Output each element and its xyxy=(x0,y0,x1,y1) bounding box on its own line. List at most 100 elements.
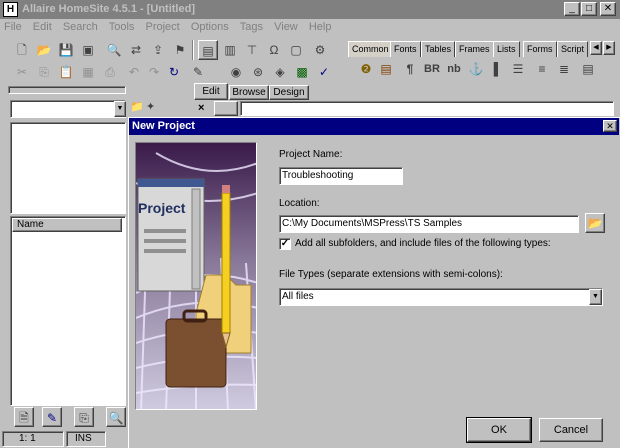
cursor-position: 1: 1 xyxy=(2,431,64,447)
cut-icon[interactable]: ✂ xyxy=(12,62,32,82)
folder-tree[interactable] xyxy=(10,122,126,214)
tab-script[interactable]: Script xyxy=(557,41,589,57)
browser-icon[interactable]: ▢ xyxy=(286,40,306,60)
illustration-label: Project xyxy=(138,200,186,216)
menu-file[interactable]: File xyxy=(0,19,26,35)
project-name-input[interactable]: Troubleshooting xyxy=(279,167,403,185)
status-bar: 1: 1 INS xyxy=(0,430,128,448)
quick-start-icon[interactable]: ❷ xyxy=(356,59,376,79)
ok-button[interactable]: OK xyxy=(466,417,532,443)
window-title: Allaire HomeSite 4.5.1 - [Untitled] xyxy=(22,3,195,15)
results-icon[interactable]: ▥ xyxy=(220,40,240,60)
new-file-icon[interactable]: 🗋 xyxy=(12,40,32,60)
drive-dropdown[interactable] xyxy=(10,100,126,118)
close-button[interactable]: ✕ xyxy=(600,2,616,16)
doc-tab[interactable] xyxy=(214,101,238,116)
location-label: Location: xyxy=(279,198,320,209)
snippets-tab-icon[interactable]: ⎘ xyxy=(74,407,94,427)
insert-mode: INS xyxy=(66,431,106,447)
dialog-title-bar: New Project xyxy=(129,118,619,135)
help-tab-icon[interactable]: 🔍 xyxy=(106,407,126,427)
cancel-button[interactable]: Cancel xyxy=(539,418,603,442)
close-doc-icon[interactable]: × xyxy=(198,102,210,115)
find-icon[interactable]: 🔍 xyxy=(104,40,124,60)
validate-icon[interactable]: ◉ xyxy=(226,62,246,82)
redo-icon[interactable]: ↷ xyxy=(144,62,164,82)
tab-browse[interactable]: Browse xyxy=(229,85,269,100)
subfolders-label: Add all subfolders, and include files of… xyxy=(295,238,551,249)
edit-toolbar: ✂ ⎘ 📋 ▦ ⎙ ↶ ↷ ↻ ✎ ◉ ⊛ ◈ ▩ ✓ xyxy=(4,60,334,84)
app-icon: H xyxy=(3,2,18,17)
file-list-name-header[interactable]: Name xyxy=(12,218,122,232)
save-all-icon[interactable]: ▣ xyxy=(78,40,98,60)
file-types-dropdown-icon[interactable]: ▼ xyxy=(589,289,602,305)
maximize-button[interactable]: □ xyxy=(581,2,597,16)
menu-view[interactable]: View xyxy=(270,19,302,35)
tab-frames[interactable]: Frames xyxy=(455,41,494,57)
menu-help[interactable]: Help xyxy=(305,19,336,35)
folder-icon[interactable]: 📁 xyxy=(130,100,144,116)
location-input[interactable]: C:\My Documents\MSPress\TS Samples xyxy=(279,215,579,233)
left-panel-tabs: 🗎 ✎ ⎘ 🔍 xyxy=(10,406,126,428)
undo-icon[interactable]: ↶ xyxy=(124,62,144,82)
body-tag-icon[interactable]: ▤ xyxy=(376,59,396,79)
tag-inspector-icon[interactable]: ⊤ xyxy=(242,40,262,60)
align-right-icon[interactable]: ≣ xyxy=(554,59,574,79)
add-folder-icon[interactable]: ✦ xyxy=(146,100,160,116)
br-tag-button[interactable]: BR xyxy=(422,59,442,79)
refresh-icon[interactable]: ↻ xyxy=(164,62,184,82)
paragraph-icon[interactable]: ¶ xyxy=(400,59,420,79)
tab-scroll-left-icon[interactable]: ◀ xyxy=(590,41,602,55)
window-title-bar: Allaire HomeSite 4.5.1 - [Untitled] xyxy=(0,0,620,19)
file-types-select[interactable]: All files xyxy=(279,288,603,306)
tab-fonts[interactable]: Fonts xyxy=(390,41,421,57)
projects-tab-icon[interactable]: ✎ xyxy=(42,407,62,427)
tab-tables[interactable]: Tables xyxy=(421,41,456,57)
browse-folder-button[interactable]: 📂 xyxy=(585,213,605,233)
tab-common[interactable]: Common xyxy=(348,41,393,57)
replace-icon[interactable]: ⇄ xyxy=(126,40,146,60)
anchor-icon[interactable]: ⚓ xyxy=(466,59,486,79)
file-list[interactable]: Name xyxy=(10,216,126,406)
spell-check-icon[interactable]: ✓ xyxy=(314,62,334,82)
chevron-down-icon[interactable]: ▼ xyxy=(114,101,126,117)
open-folder-icon[interactable]: 📂 xyxy=(34,40,54,60)
settings-icon[interactable]: ⚙ xyxy=(310,40,330,60)
bookmark-icon[interactable]: ⚑ xyxy=(170,40,190,60)
tag-toolbar: ❷ ▤ ¶ BR nb ⚓ ▌ ☰ ≡ ≣ ▤ xyxy=(348,57,620,81)
menu-options[interactable]: Options xyxy=(187,19,233,35)
copy-icon[interactable]: ⎘ xyxy=(34,62,54,82)
save-icon[interactable]: 💾 xyxy=(56,40,76,60)
menu-project[interactable]: Project xyxy=(142,19,184,35)
menu-tags[interactable]: Tags xyxy=(236,19,267,35)
resource-tab-icon[interactable]: ▤ xyxy=(198,40,218,60)
tab-forms[interactable]: Forms xyxy=(523,41,557,57)
upload-icon[interactable]: ⇪ xyxy=(148,40,168,60)
dialog-close-button[interactable]: ✕ xyxy=(603,120,617,132)
paste-special-icon[interactable]: ▦ xyxy=(78,62,98,82)
menu-search[interactable]: Search xyxy=(59,19,102,35)
tab-lists[interactable]: Lists xyxy=(493,41,520,57)
tab-design[interactable]: Design xyxy=(269,85,309,100)
menu-tools[interactable]: Tools xyxy=(105,19,139,35)
left-panel-grip[interactable] xyxy=(8,86,126,94)
bold-icon[interactable]: ▌ xyxy=(488,59,508,79)
style-editor-icon[interactable]: ◈ xyxy=(270,62,290,82)
project-name-label: Project Name: xyxy=(279,149,343,160)
minimize-button[interactable]: _ xyxy=(564,2,580,16)
align-center-icon[interactable]: ≡ xyxy=(532,59,552,79)
special-chars-icon[interactable]: Ω xyxy=(264,40,284,60)
paste-icon[interactable]: 📋 xyxy=(56,62,76,82)
print-icon[interactable]: ⎙ xyxy=(100,62,120,82)
files-tab-icon[interactable]: 🗎 xyxy=(14,407,34,427)
link-check-icon[interactable]: ⊛ xyxy=(248,62,268,82)
image-icon[interactable]: ▩ xyxy=(292,62,312,82)
tab-scroll-right-icon[interactable]: ▶ xyxy=(603,41,615,55)
color-picker-icon[interactable]: ✎ xyxy=(188,62,208,82)
menu-edit[interactable]: Edit xyxy=(29,19,56,35)
tab-edit[interactable]: Edit xyxy=(194,83,228,100)
subfolders-checkbox[interactable]: ✓ xyxy=(279,238,291,250)
horizontal-rule-icon[interactable]: ☰ xyxy=(508,59,528,79)
table-icon[interactable]: ▤ xyxy=(578,59,598,79)
nbsp-tag-button[interactable]: nb xyxy=(444,59,464,79)
